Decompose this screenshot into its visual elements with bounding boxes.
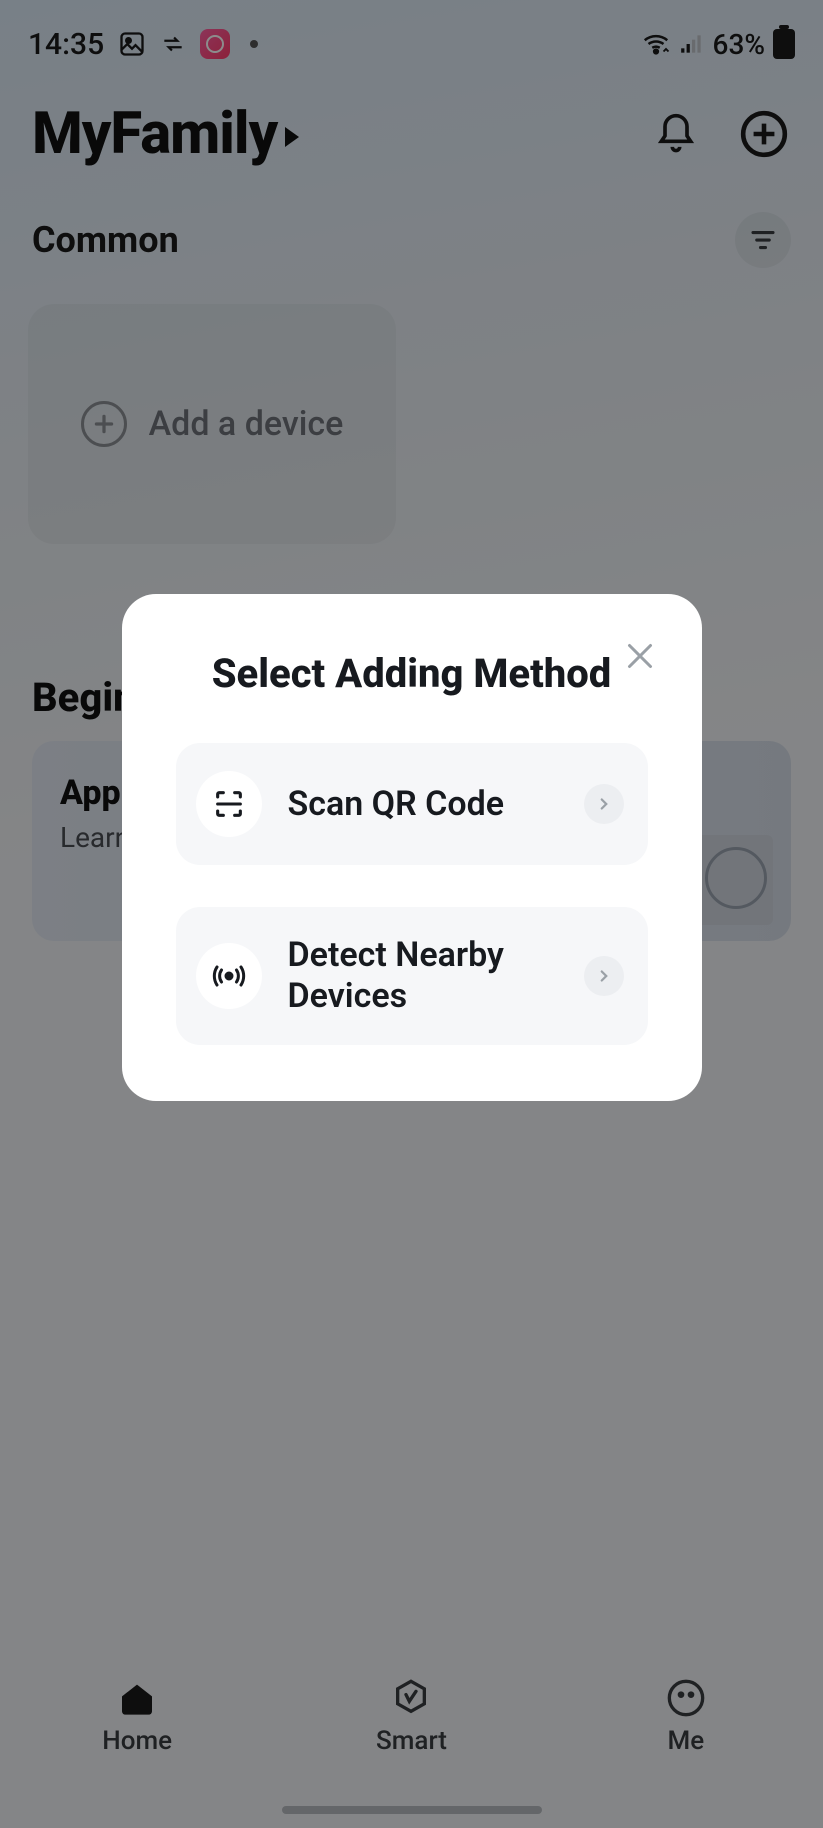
method-qr-label: Scan QR Code — [288, 784, 558, 825]
chevron-right-icon — [584, 784, 624, 824]
modal-title: Select Adding Method — [176, 650, 648, 697]
method-detect-nearby[interactable]: Detect Nearby Devices — [176, 907, 648, 1045]
method-detect-label: Detect Nearby Devices — [288, 935, 558, 1017]
method-scan-qr[interactable]: Scan QR Code — [176, 743, 648, 865]
close-icon — [622, 638, 658, 674]
chevron-right-icon — [584, 956, 624, 996]
add-method-modal: Select Adding Method Scan QR Code Detect… — [122, 594, 702, 1101]
screen: 14:35 63% MyFamily — [0, 0, 823, 1828]
qr-scan-icon — [196, 771, 262, 837]
detect-icon — [196, 943, 262, 1009]
close-button[interactable] — [618, 634, 662, 678]
